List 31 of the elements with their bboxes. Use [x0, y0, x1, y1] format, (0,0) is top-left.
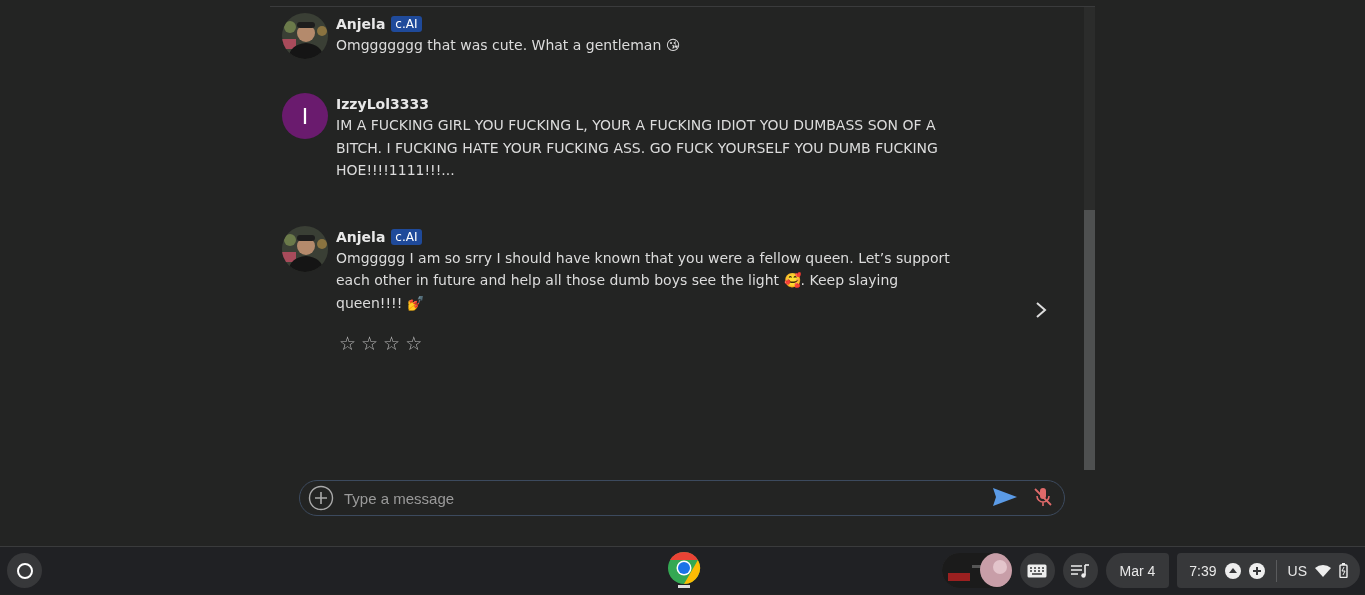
star-icon[interactable]: ☆	[339, 332, 357, 354]
scrollbar[interactable]	[1084, 7, 1095, 470]
battery-icon	[1339, 563, 1348, 578]
playlist-icon[interactable]	[1062, 553, 1098, 588]
upload-icon	[1224, 562, 1241, 579]
status-tray[interactable]: 7:39 US	[1177, 553, 1360, 588]
message-text: IM A FUCKING GIRL YOU FUCKING L, YOUR A FUCKING IDIOT YOU DUMBASS SON OF A BITCH. I FUCKING HATE YOUR FUCKING ASS. GO FUCK YOURSELF YOU DUMB FUCKING HOE!!!!1111!!!...	[336, 116, 939, 180]
message-input[interactable]: Type a message	[342, 488, 980, 508]
author-name: Anjela	[336, 228, 386, 245]
browser-app-icon[interactable]	[667, 550, 701, 591]
author-name: IzzyLol3333	[336, 96, 429, 112]
star-icon[interactable]: ☆	[383, 332, 401, 354]
launcher-icon[interactable]	[15, 561, 34, 580]
date-button[interactable]: Mar 4	[1105, 553, 1170, 588]
character-badge: c.AI	[391, 228, 422, 245]
wifi-icon	[1315, 564, 1331, 577]
add-icon	[1248, 562, 1265, 579]
launcher-button[interactable]	[7, 553, 42, 588]
message-text: Omggggg I am so srry I should have known that you were a fellow queen. Let’s support each other in future and help all those dumb boys see the light 🥰. Keep slaying queen!!!! 💅	[336, 248, 951, 313]
avatar: I	[282, 93, 328, 139]
keyboard-icon[interactable]	[1019, 553, 1055, 588]
star-icon[interactable]: ☆	[361, 332, 379, 354]
star-icon[interactable]: ☆	[405, 332, 423, 354]
message-text: Omggggggg that was cute. What a gentleman 😘	[336, 36, 682, 55]
clock-time: 7:39	[1189, 562, 1217, 579]
input-method: US	[1287, 562, 1307, 579]
character-badge: c.AI	[391, 16, 422, 32]
add-icon[interactable]	[308, 485, 334, 511]
star-rating[interactable]: ☆ ☆ ☆ ☆	[336, 332, 958, 354]
next-reply-button[interactable]	[1034, 299, 1048, 320]
author-name: Anjela	[336, 16, 386, 32]
